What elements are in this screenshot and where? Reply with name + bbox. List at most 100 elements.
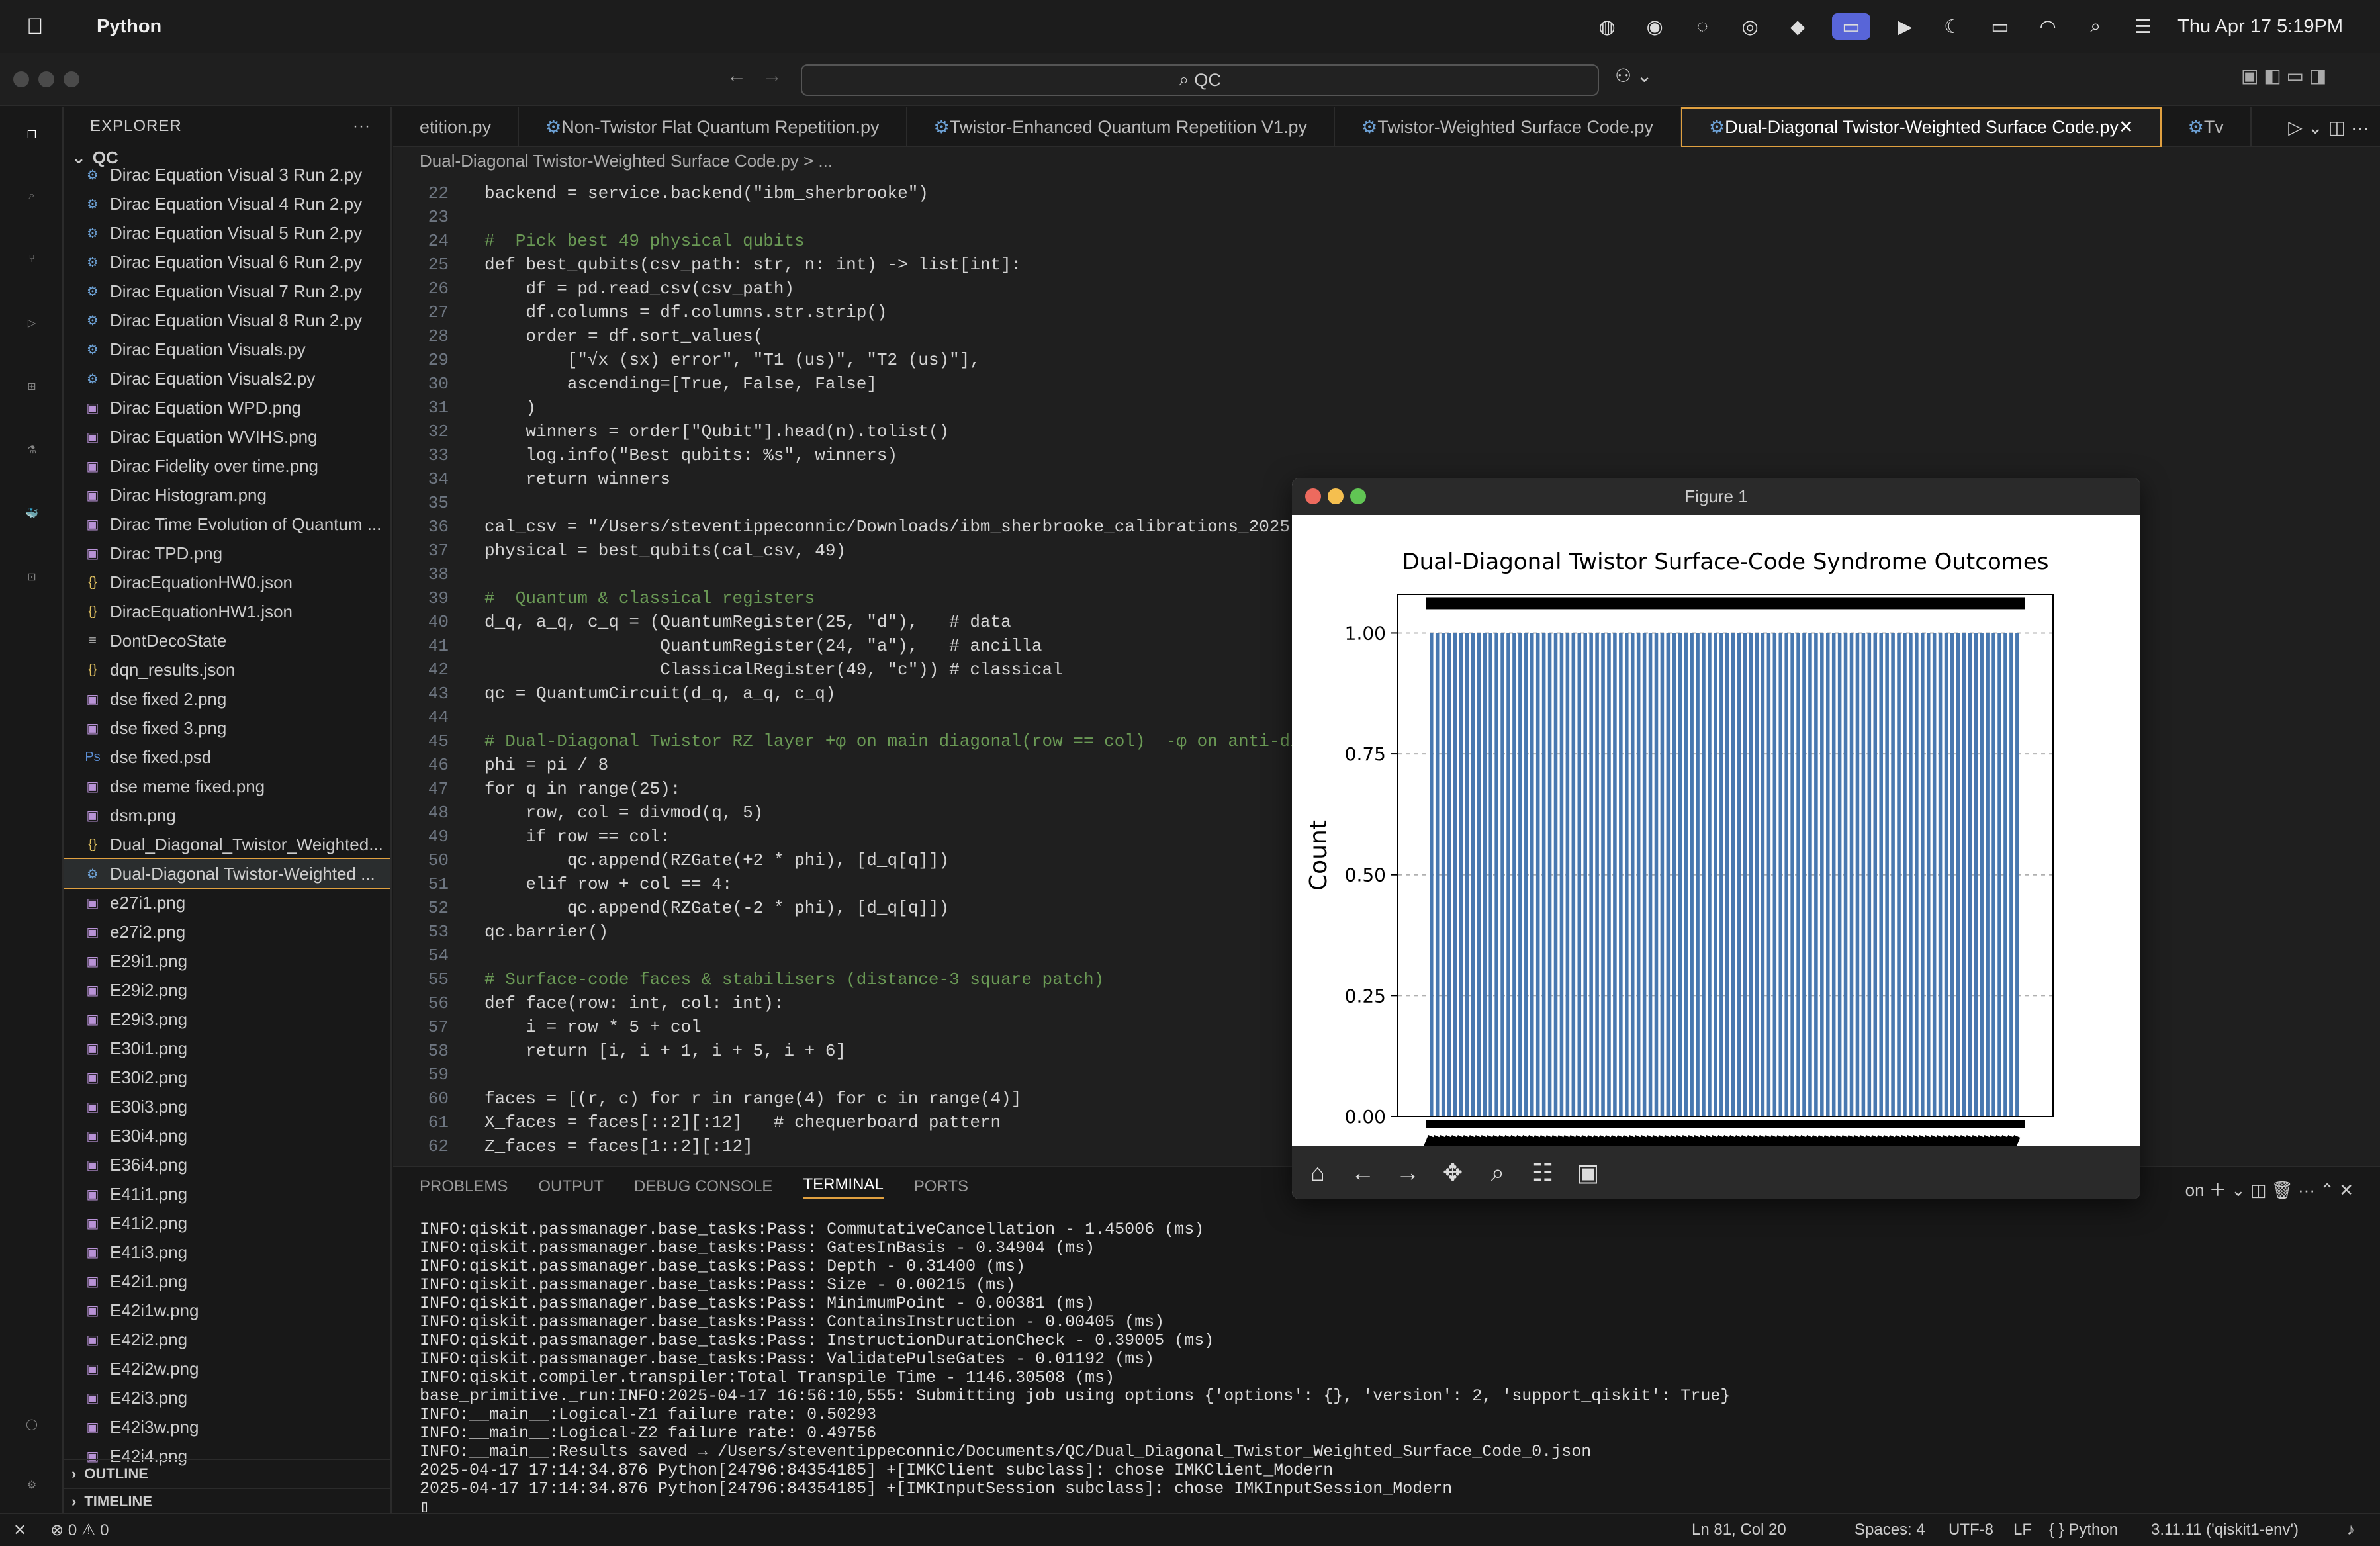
python-interpreter[interactable]: 3.11.11 ('qiskit1-env') bbox=[2151, 1521, 2299, 1539]
file-item[interactable]: ⚙ Dirac Equation Visual 3 Run 2.py bbox=[64, 160, 390, 189]
close-window-button[interactable] bbox=[13, 71, 29, 87]
editor-tab[interactable]: etition.py bbox=[393, 107, 520, 147]
editor-tab[interactable]: ⚙ Twistor-Weighted Surface Code.py bbox=[1335, 107, 1681, 147]
remote-explorer-icon[interactable]: ⊡ bbox=[16, 561, 48, 593]
file-item[interactable]: ⚙ Dirac Equation Visual 6 Run 2.py bbox=[64, 248, 390, 277]
file-item[interactable]: ▣ E42i3.png bbox=[64, 1383, 390, 1412]
configure-subplots-icon[interactable]: ☷ bbox=[1525, 1155, 1561, 1191]
file-item[interactable]: ▣ E29i1.png bbox=[64, 946, 390, 976]
file-item[interactable]: ▣ E30i4.png bbox=[64, 1121, 390, 1150]
minimize-window-button[interactable] bbox=[38, 71, 54, 87]
file-item[interactable]: ▣ E30i1.png bbox=[64, 1034, 390, 1063]
breadcrumb[interactable]: Dual-Diagonal Twistor-Weighted Surface C… bbox=[420, 151, 833, 171]
file-item[interactable]: ⚙ Dirac Equation Visual 7 Run 2.py bbox=[64, 277, 390, 306]
file-item[interactable]: {} DiracEquationHW0.json bbox=[64, 568, 390, 597]
panel-tab[interactable]: PORTS bbox=[914, 1177, 968, 1196]
panel-actions[interactable]: on ＋ ⌄ ◫ 🗑 ··· ⌃ ✕ bbox=[2185, 1177, 2354, 1201]
file-item[interactable]: ▣ Dirac Fidelity over time.png bbox=[64, 451, 390, 480]
play-icon[interactable]: ▶ bbox=[1892, 13, 1918, 40]
file-item[interactable]: ▣ Dirac Time Evolution of Quantum ... bbox=[64, 510, 390, 539]
panel-tab[interactable]: TERMINAL bbox=[803, 1175, 884, 1199]
file-item[interactable]: ⚙ Dirac Equation Visual 4 Run 2.py bbox=[64, 189, 390, 218]
file-item[interactable]: ▣ E41i2.png bbox=[64, 1208, 390, 1238]
problems-count[interactable]: ⊗ 0 ⚠ 0 bbox=[50, 1521, 109, 1540]
editor-tab[interactable]: ⚙ Tv bbox=[2162, 107, 2252, 147]
editor-tab[interactable]: ⚙ Dual-Diagonal Twistor-Weighted Surface… bbox=[1680, 107, 2162, 147]
file-item[interactable]: ▣ E29i2.png bbox=[64, 976, 390, 1005]
file-item[interactable]: ▣ e27i2.png bbox=[64, 917, 390, 946]
status-icon[interactable]: ◌ bbox=[1689, 13, 1716, 40]
docker-icon[interactable]: 🐳 bbox=[16, 498, 48, 529]
bell-icon[interactable]: ♪ bbox=[2347, 1521, 2355, 1539]
outline-section[interactable]: › OUTLINE bbox=[64, 1459, 390, 1488]
close-tab-icon[interactable]: ✕ bbox=[2119, 117, 2134, 138]
file-item[interactable]: ▣ E42i1.png bbox=[64, 1267, 390, 1296]
cursor-position[interactable]: Ln 81, Col 20 bbox=[1692, 1521, 1786, 1539]
back-arrow-icon[interactable]: ← bbox=[1345, 1155, 1381, 1191]
status-icon[interactable]: ◉ bbox=[1641, 13, 1668, 40]
language-mode[interactable]: { } Python bbox=[2049, 1521, 2118, 1539]
moon-icon[interactable]: ☾ bbox=[1939, 13, 1966, 40]
file-item[interactable]: {} DiracEquationHW1.json bbox=[64, 597, 390, 626]
line-ending[interactable]: LF bbox=[2013, 1521, 2032, 1539]
figure-minimize-button[interactable] bbox=[1328, 488, 1344, 504]
file-item[interactable]: ▣ dse fixed 2.png bbox=[64, 684, 390, 713]
more-actions-icon[interactable]: ··· bbox=[353, 117, 371, 136]
file-item[interactable]: ▣ Dirac TPD.png bbox=[64, 539, 390, 568]
search-icon[interactable]: ⌕ bbox=[16, 180, 48, 212]
back-arrow-icon[interactable]: ← bbox=[727, 65, 747, 87]
command-center-search[interactable]: ⌕ QC bbox=[801, 64, 1599, 96]
file-item[interactable]: ▣ E30i3.png bbox=[64, 1092, 390, 1121]
file-item[interactable]: ⚙ Dual-Diagonal Twistor-Weighted ... bbox=[64, 858, 390, 889]
file-item[interactable]: ⚙ Dirac Equation Visuals.py bbox=[64, 335, 390, 364]
save-icon[interactable]: ▣ bbox=[1570, 1155, 1606, 1191]
file-item[interactable]: Ps dse fixed.psd bbox=[64, 743, 390, 772]
indentation[interactable]: Spaces: 4 bbox=[1854, 1521, 1925, 1539]
figure-close-button[interactable] bbox=[1305, 488, 1321, 504]
file-item[interactable]: {} dqn_results.json bbox=[64, 655, 390, 684]
remote-icon[interactable]: ✕ bbox=[13, 1521, 26, 1540]
file-item[interactable]: ▣ dsm.png bbox=[64, 801, 390, 830]
testing-icon[interactable]: ⚗ bbox=[16, 434, 48, 466]
source-control-icon[interactable]: ⑂ bbox=[16, 244, 48, 275]
terminal-output[interactable]: INFO:qiskit.passmanager.base_tasks:Pass:… bbox=[420, 1220, 1730, 1517]
status-icon[interactable]: ◎ bbox=[1737, 13, 1763, 40]
zoom-window-button[interactable] bbox=[64, 71, 79, 87]
layout-icon[interactable]: ▣ ◧ ▭ ◨ bbox=[2241, 65, 2326, 87]
search-icon[interactable]: ⌕ bbox=[2082, 13, 2109, 40]
file-item[interactable]: ≡ DontDecoState bbox=[64, 626, 390, 655]
file-item[interactable]: ▣ dse meme fixed.png bbox=[64, 772, 390, 801]
file-item[interactable]: ▣ E42i3w.png bbox=[64, 1412, 390, 1441]
wifi-icon[interactable]: ◠ bbox=[2035, 13, 2061, 40]
copilot-icon[interactable]: ⚇ ⌄ bbox=[1615, 65, 1652, 87]
panel-tab[interactable]: PROBLEMS bbox=[420, 1177, 508, 1196]
control-center-icon[interactable]: ☰ bbox=[2130, 13, 2156, 40]
screen-mirroring-icon[interactable]: ▭ bbox=[1832, 13, 1871, 40]
file-item[interactable]: ▣ E41i3.png bbox=[64, 1238, 390, 1267]
battery-icon[interactable]: ▭ bbox=[1987, 13, 2013, 40]
file-item[interactable]: ▣ Dirac Histogram.png bbox=[64, 480, 390, 510]
app-name[interactable]: Python bbox=[97, 16, 161, 38]
file-item[interactable]: ▣ E42i2w.png bbox=[64, 1354, 390, 1383]
file-item[interactable]: ⚙ Dirac Equation Visual 8 Run 2.py bbox=[64, 306, 390, 335]
file-item[interactable]: ▣ dse fixed 3.png bbox=[64, 713, 390, 743]
encoding[interactable]: UTF-8 bbox=[1948, 1521, 1993, 1539]
file-item[interactable]: ▣ E42i2.png bbox=[64, 1325, 390, 1354]
file-item[interactable]: ▣ E29i3.png bbox=[64, 1005, 390, 1034]
file-item[interactable]: ⚙ Dirac Equation Visual 5 Run 2.py bbox=[64, 218, 390, 248]
file-item[interactable]: {} Dual_Diagonal_Twistor_Weighted... bbox=[64, 830, 390, 859]
editor-tab[interactable]: ⚙ Twistor-Enhanced Quantum Repetition V1… bbox=[907, 107, 1336, 147]
account-icon[interactable]: ◯ bbox=[16, 1408, 48, 1440]
settings-gear-icon[interactable]: ⚙ bbox=[16, 1469, 48, 1501]
file-item[interactable]: ▣ Dirac Equation WVIHS.png bbox=[64, 422, 390, 451]
menubar-clock[interactable]: Thu Apr 17 5:19PM bbox=[2177, 16, 2343, 38]
file-item[interactable]: ▣ Dirac Equation WPD.png bbox=[64, 393, 390, 422]
run-debug-icon[interactable]: ▷ bbox=[16, 307, 48, 339]
pan-icon[interactable]: ✥ bbox=[1435, 1155, 1471, 1191]
explorer-icon[interactable]: ❐ bbox=[16, 119, 48, 151]
file-item[interactable]: ▣ E41i1.png bbox=[64, 1179, 390, 1208]
home-icon[interactable]: ⌂ bbox=[1300, 1155, 1336, 1191]
forward-arrow-icon[interactable]: → bbox=[1390, 1155, 1426, 1191]
editor-tab[interactable]: ⚙ Non-Twistor Flat Quantum Repetition.py bbox=[519, 107, 907, 147]
file-item[interactable]: ▣ E42i1w.png bbox=[64, 1296, 390, 1325]
